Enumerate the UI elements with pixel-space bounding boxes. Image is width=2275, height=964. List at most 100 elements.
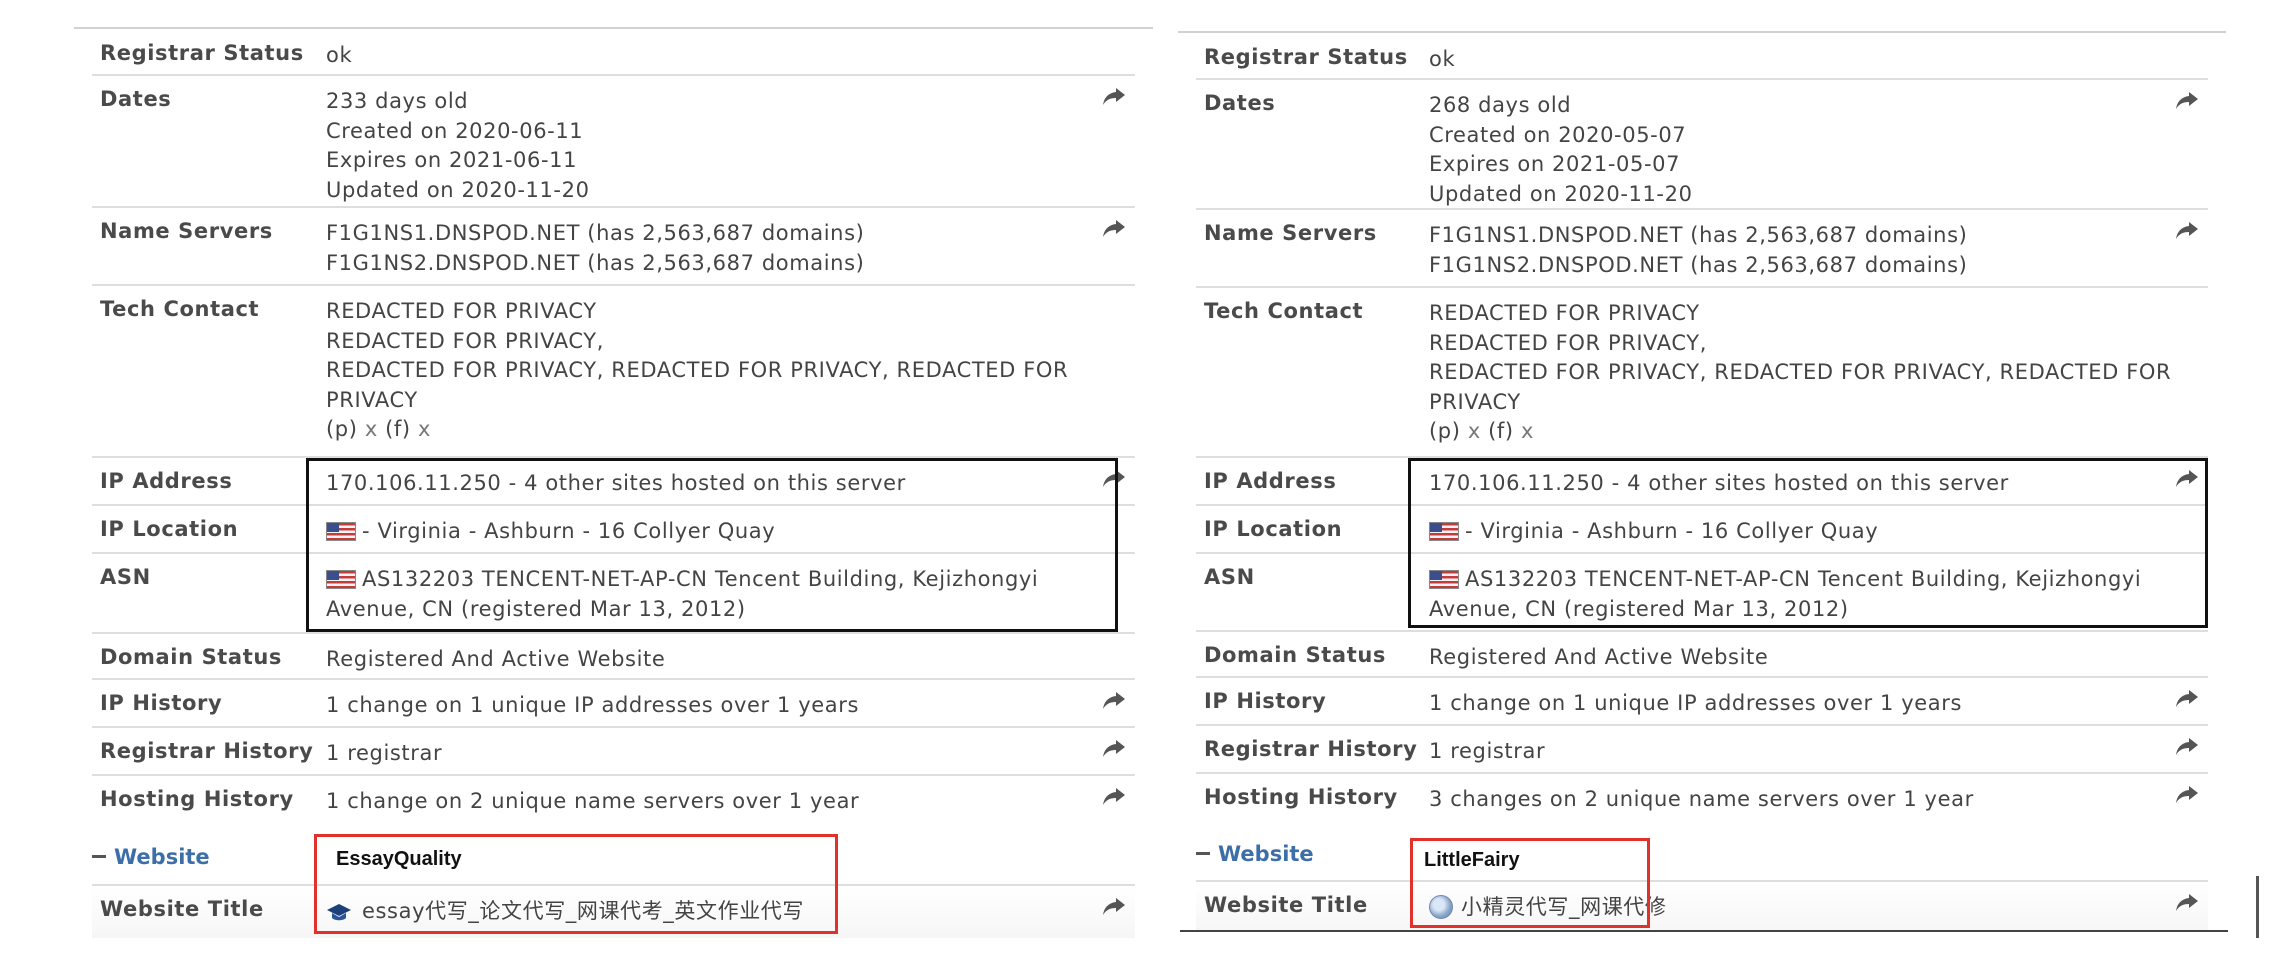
share-arrow-icon[interactable] [2174, 688, 2200, 712]
row-label: Tech Contact [1204, 299, 1364, 323]
row-label: ASN [100, 565, 151, 589]
phone-label: (p) [1429, 419, 1461, 443]
fax-label: (f) [1488, 419, 1514, 443]
row-dates: Dates 233 days old Created on 2020-06-11… [92, 74, 1135, 208]
row-registrar-status: Registrar Status ok [92, 30, 1135, 74]
row-label: ASN [1204, 565, 1255, 589]
row-dates: Dates 268 days old Created on 2020-05-07… [1196, 78, 2208, 210]
share-arrow-icon[interactable] [1101, 896, 1127, 920]
annotation-label: EssayQuality [336, 848, 462, 870]
phone-value: x [1467, 419, 1481, 443]
highlight-box [1408, 458, 2208, 628]
row-label: IP History [100, 691, 223, 715]
name-server-2[interactable]: F1G1NS2.DNSPOD.NET (has 2,563,687 domain… [1429, 251, 2184, 281]
row-label: Website Title [1204, 893, 1368, 917]
website-section-label: Website [1218, 842, 1314, 866]
ip-history-value: 1 change on 1 unique IP addresses over 1… [1429, 691, 1963, 715]
hosting-history-value: 1 change on 2 unique name servers over 1… [326, 789, 860, 813]
annotation-label: LittleFairy [1424, 849, 1520, 871]
dates-created: Created on 2020-06-11 [326, 118, 584, 143]
tech-contact-line: REDACTED FOR PRIVACY, REDACTED FOR PRIVA… [1429, 360, 2172, 414]
share-arrow-icon[interactable] [2174, 90, 2200, 114]
share-arrow-icon[interactable] [1101, 86, 1127, 110]
row-ip-history: IP History 1 change on 1 unique IP addre… [1196, 676, 2208, 726]
highlight-box [306, 458, 1118, 632]
website-section-toggle[interactable]: Website [1196, 842, 1314, 866]
dates-updated: Updated on 2020-11-20 [326, 177, 590, 202]
scrollbar[interactable] [2256, 876, 2259, 938]
website-section-toggle[interactable]: Website [92, 845, 210, 869]
row-label: IP Address [100, 469, 233, 493]
collapse-minus-icon [1196, 852, 1210, 855]
dates-expires: Expires on 2021-06-11 [326, 148, 578, 172]
ip-history-value: 1 change on 1 unique IP addresses over 1… [326, 693, 860, 717]
fax-value: x [1521, 419, 1535, 443]
share-arrow-icon[interactable] [2174, 892, 2200, 916]
row-value: ok [326, 43, 353, 67]
name-server-1[interactable]: F1G1NS1.DNSPOD.NET (has 2,563,687 domain… [326, 219, 1097, 249]
dates-updated: Updated on 2020-11-20 [1429, 181, 1693, 206]
row-label: Name Servers [100, 219, 273, 243]
row-hosting-history: Hosting History 3 changes on 2 unique na… [1196, 772, 2208, 822]
row-label: Hosting History [1204, 785, 1398, 809]
website-section-label: Website [114, 845, 210, 869]
row-label: IP Address [1204, 469, 1337, 493]
tech-contact-line: REDACTED FOR PRIVACY [1429, 301, 1700, 325]
tech-contact-line: REDACTED FOR PRIVACY, [1429, 330, 1708, 355]
row-label: IP Location [1204, 517, 1343, 541]
fax-value: x [418, 417, 432, 441]
row-label: Registrar History [1204, 737, 1418, 761]
row-website-title: Website Title 小精灵代写_网课代修 [1196, 880, 2208, 932]
share-arrow-icon[interactable] [1101, 786, 1127, 810]
row-label: Dates [100, 87, 172, 111]
row-label: Hosting History [100, 787, 294, 811]
row-domain-status: Domain Status Registered And Active Webs… [92, 632, 1135, 680]
tech-contact-line: REDACTED FOR PRIVACY, [326, 328, 605, 353]
hosting-history-value: 3 changes on 2 unique name servers over … [1429, 787, 1974, 811]
row-label: Registrar Status [1204, 45, 1408, 69]
row-label: Domain Status [1204, 643, 1386, 667]
row-label: Registrar Status [100, 41, 304, 65]
collapse-minus-icon [92, 855, 106, 858]
row-label: Dates [1204, 91, 1276, 115]
share-arrow-icon[interactable] [1101, 738, 1127, 762]
dates-age: 233 days old [326, 89, 469, 113]
row-label: IP Location [100, 517, 239, 541]
row-registrar-history: Registrar History 1 registrar [92, 726, 1135, 776]
divider [1178, 31, 2226, 33]
dates-expires: Expires on 2021-05-07 [1429, 152, 1681, 176]
phone-value: x [364, 417, 378, 441]
dates-age: 268 days old [1429, 93, 1572, 117]
phone-label: (p) [326, 417, 358, 441]
share-arrow-icon[interactable] [1101, 218, 1127, 242]
tech-contact-line: REDACTED FOR PRIVACY [326, 299, 597, 323]
name-server-2[interactable]: F1G1NS2.DNSPOD.NET (has 2,563,687 domain… [326, 249, 1097, 279]
row-registrar-history: Registrar History 1 registrar [1196, 724, 2208, 774]
share-arrow-icon[interactable] [2174, 736, 2200, 760]
domain-status-value: Registered And Active Website [326, 647, 666, 671]
row-label: IP History [1204, 689, 1327, 713]
fax-label: (f) [385, 417, 411, 441]
divider [74, 27, 1153, 29]
row-name-servers: Name Servers F1G1NS1.DNSPOD.NET (has 2,5… [1196, 208, 2208, 288]
share-arrow-icon[interactable] [2174, 784, 2200, 808]
row-hosting-history: Hosting History 1 change on 2 unique nam… [92, 774, 1135, 824]
row-value: ok [1429, 47, 1456, 71]
registrar-history-value: 1 registrar [1429, 739, 1546, 763]
row-domain-status: Domain Status Registered And Active Webs… [1196, 630, 2208, 678]
name-server-1[interactable]: F1G1NS1.DNSPOD.NET (has 2,563,687 domain… [1429, 221, 2184, 251]
row-registrar-status: Registrar Status ok [1196, 34, 2208, 78]
row-label: Registrar History [100, 739, 314, 763]
row-label: Website Title [100, 897, 264, 921]
dates-created: Created on 2020-05-07 [1429, 122, 1687, 147]
row-tech-contact: Tech Contact REDACTED FOR PRIVACY REDACT… [1196, 286, 2208, 458]
row-label: Name Servers [1204, 221, 1377, 245]
divider [1180, 930, 2228, 932]
row-name-servers: Name Servers F1G1NS1.DNSPOD.NET (has 2,5… [92, 206, 1135, 286]
share-arrow-icon[interactable] [1101, 690, 1127, 714]
registrar-history-value: 1 registrar [326, 741, 443, 765]
row-label: Domain Status [100, 645, 282, 669]
row-ip-history: IP History 1 change on 1 unique IP addre… [92, 678, 1135, 728]
share-arrow-icon[interactable] [2174, 220, 2200, 244]
tech-contact-line: REDACTED FOR PRIVACY, REDACTED FOR PRIVA… [326, 358, 1069, 412]
